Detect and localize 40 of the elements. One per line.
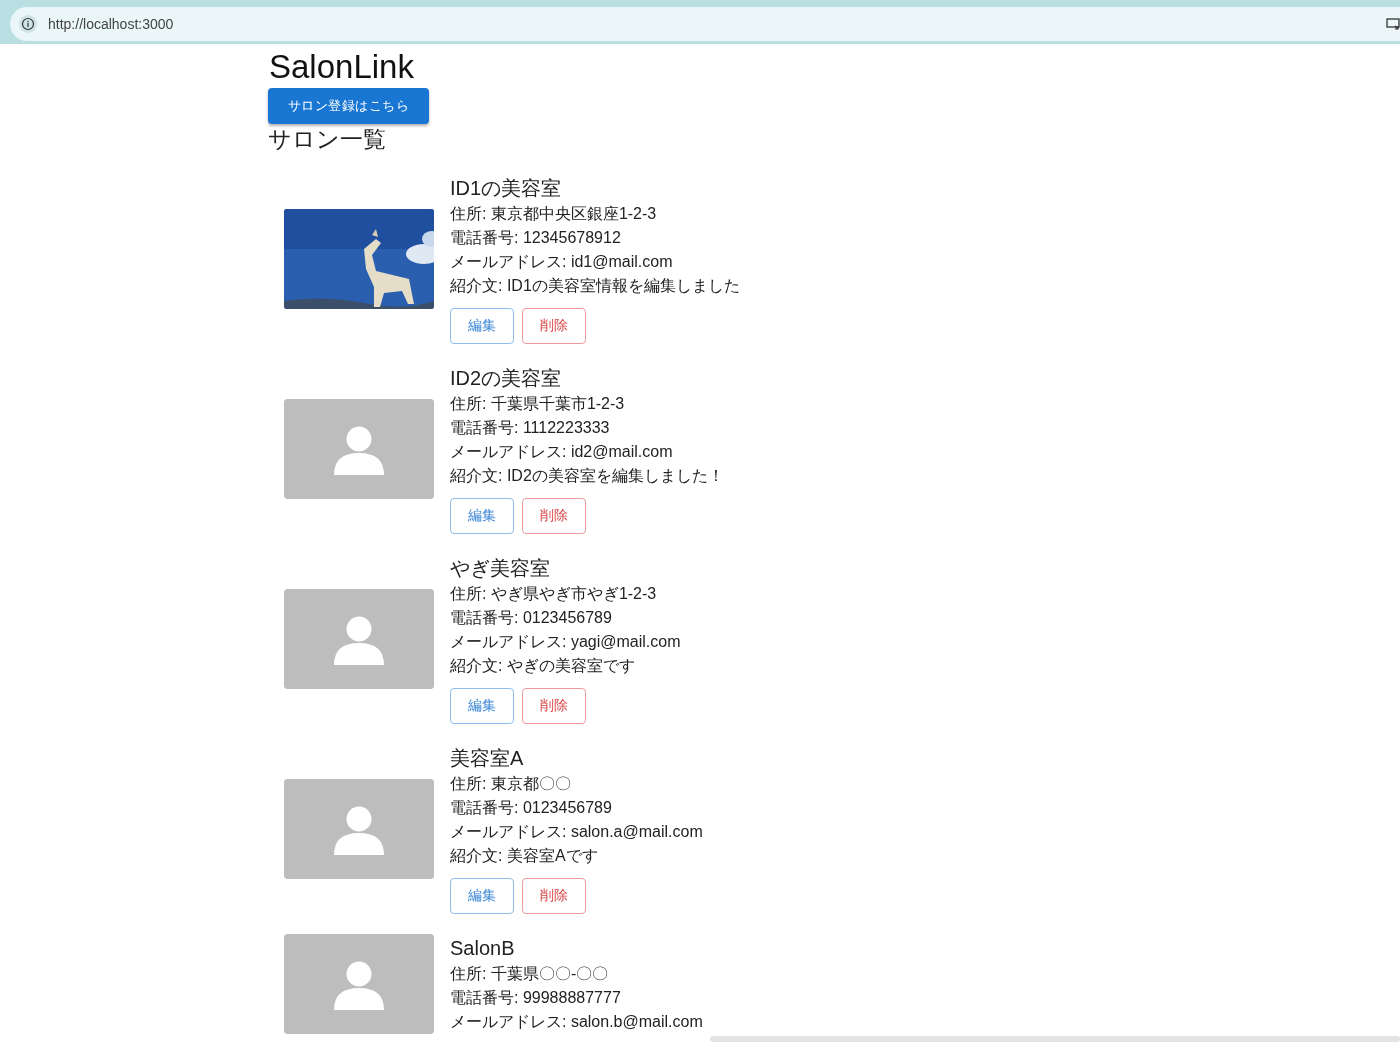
salon-name: やぎ美容室 (450, 556, 551, 581)
edit-button[interactable]: 編集 (450, 308, 514, 344)
salon-name: ID1の美容室 (450, 176, 563, 201)
salon-detail: 電話番号: 1112223333 (450, 418, 611, 438)
scrollbar[interactable] (710, 1036, 1400, 1042)
salon-detail: 紹介文: やぎの美容室です (450, 656, 636, 676)
salon-detail: 紹介文: 美容室Aです (450, 846, 599, 866)
salon-detail: 住所: 東京都〇〇 (450, 774, 572, 794)
salon-detail: 紹介文: ID2の美容室を編集しました！ (450, 466, 724, 486)
register-salon-button[interactable]: サロン登録はこちら (268, 88, 429, 124)
monitor-icon[interactable] (1386, 17, 1400, 31)
salon-detail: 住所: 東京都中央区銀座1-2-3 (450, 204, 658, 224)
info-icon[interactable] (18, 14, 38, 34)
edit-button[interactable]: 編集 (450, 498, 514, 534)
salon-detail: メールアドレス: yagi@mail.com (450, 632, 681, 652)
delete-button[interactable]: 削除 (522, 308, 586, 344)
delete-button[interactable]: 削除 (522, 688, 586, 724)
salon-detail: 紹介文: ID1の美容室情報を編集しました (450, 276, 740, 296)
address-bar[interactable]: http://localhost:3000 (10, 7, 1400, 41)
salon-detail: 住所: 千葉県千葉市1-2-3 (450, 394, 626, 414)
url-text: http://localhost:3000 (48, 16, 174, 32)
salon-detail: 住所: やぎ県やぎ市やぎ1-2-3 (450, 584, 658, 604)
list-heading: サロン一覧 (268, 125, 387, 154)
salon-detail: メールアドレス: salon.b@mail.com (450, 1012, 703, 1032)
salon-name: 美容室A (450, 746, 525, 771)
salon-detail: 電話番号: 12345678912 (450, 228, 622, 248)
salon-detail: 住所: 千葉県〇〇-〇〇 (450, 964, 610, 984)
salon-detail: メールアドレス: salon.a@mail.com (450, 822, 703, 842)
edit-button[interactable]: 編集 (450, 688, 514, 724)
salon-detail: メールアドレス: id1@mail.com (450, 252, 674, 272)
salon-name: SalonB (450, 936, 516, 961)
salon-name: ID2の美容室 (450, 366, 563, 391)
edit-button[interactable]: 編集 (450, 878, 514, 914)
salon-detail: 電話番号: 0123456789 (450, 608, 613, 628)
delete-button[interactable]: 削除 (522, 498, 586, 534)
delete-button[interactable]: 削除 (522, 878, 586, 914)
salon-detail: 電話番号: 99988887777 (450, 988, 622, 1008)
app-title: SalonLink (269, 48, 415, 86)
salon-detail: メールアドレス: id2@mail.com (450, 442, 674, 462)
salon-detail: 電話番号: 0123456789 (450, 798, 613, 818)
